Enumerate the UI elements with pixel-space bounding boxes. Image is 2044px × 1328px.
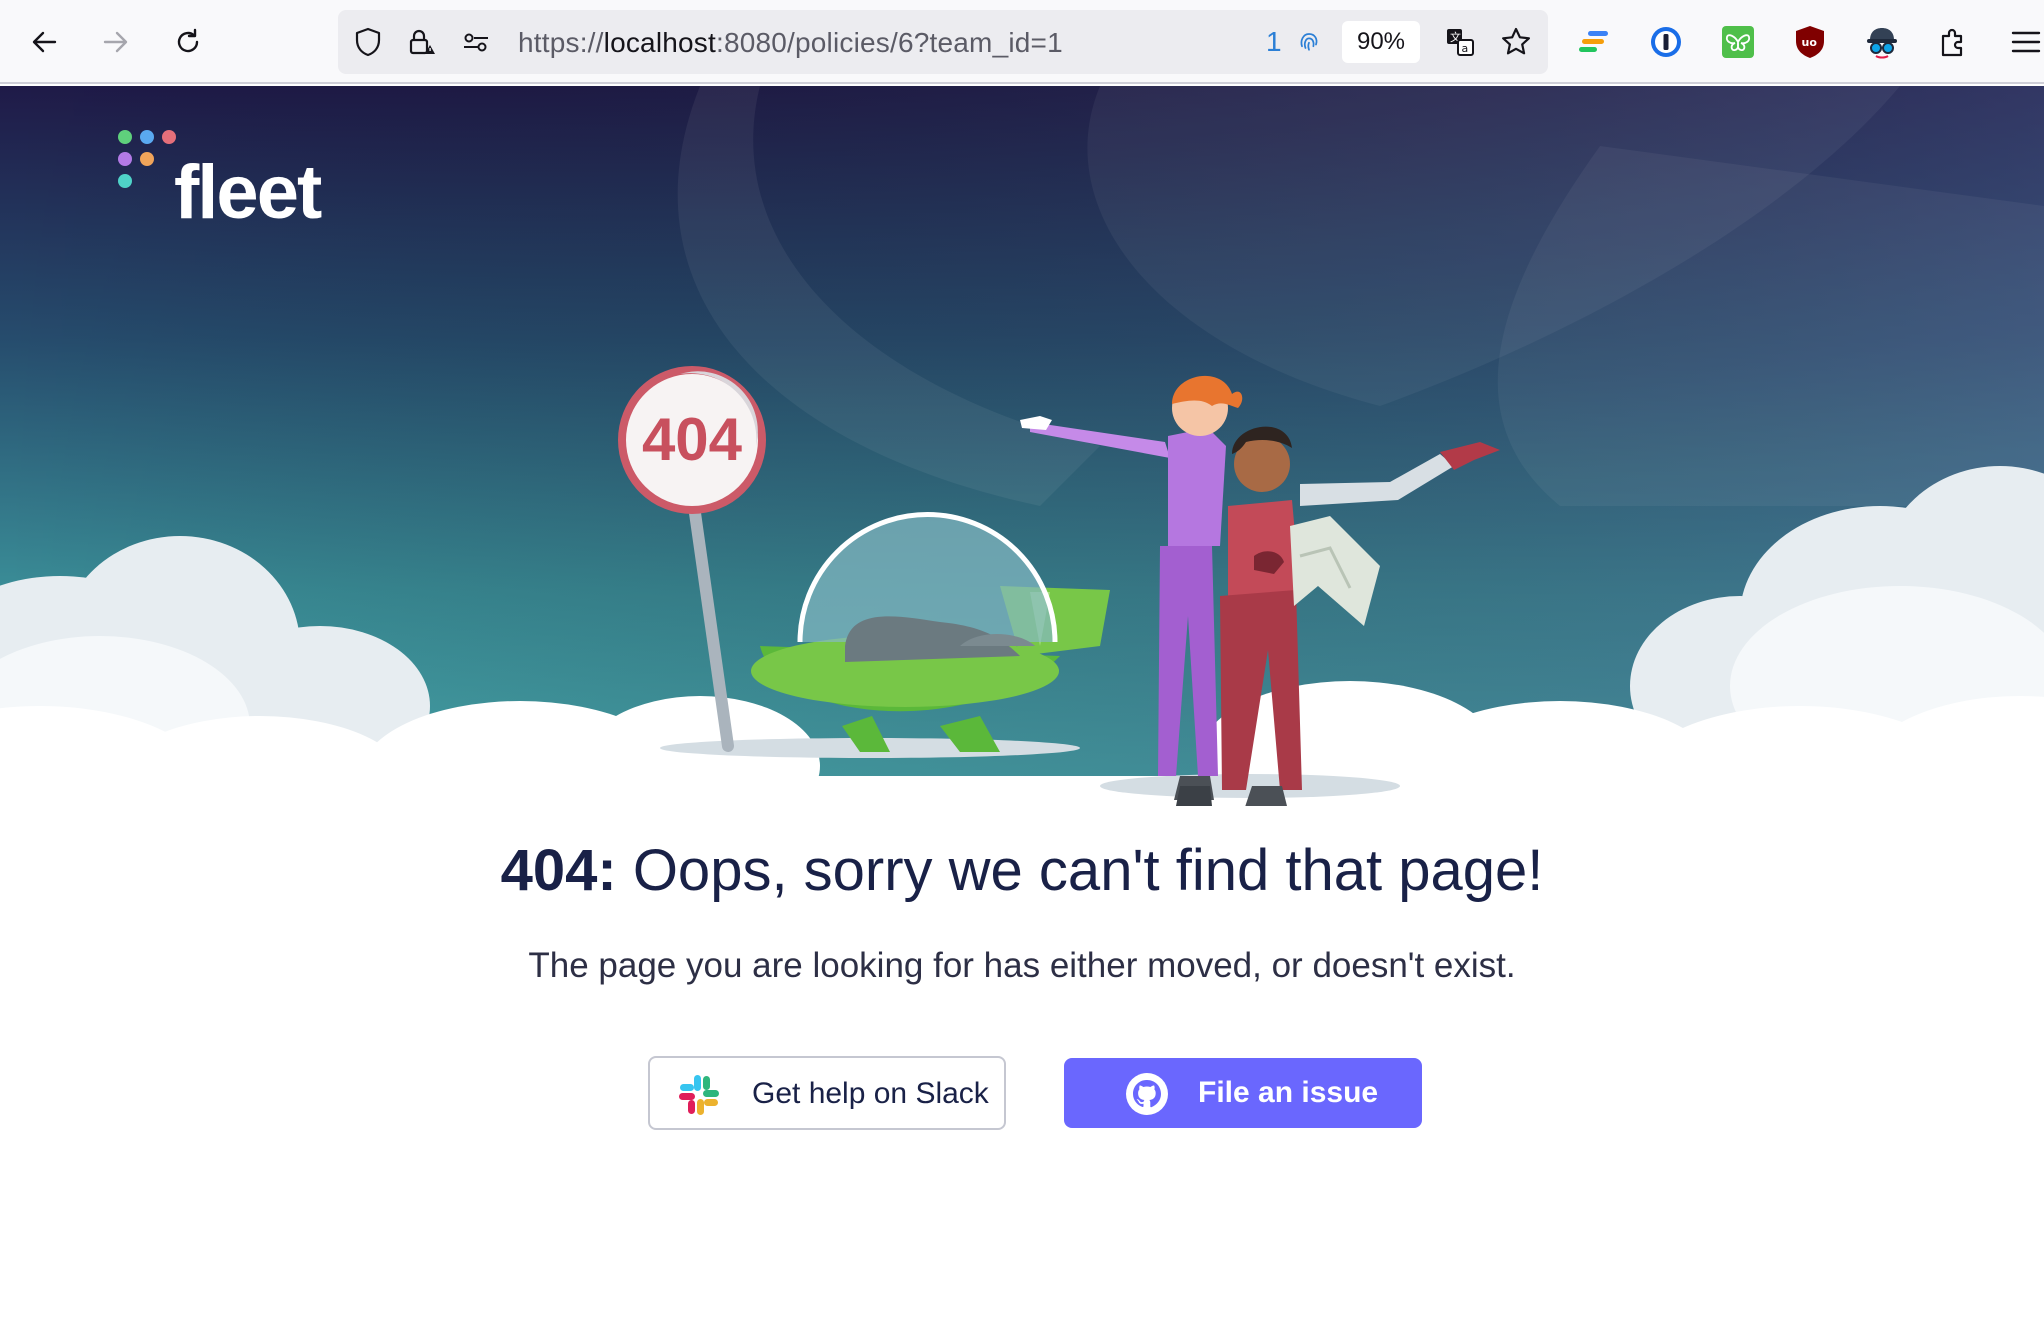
file-issue-button[interactable]: File an issue (1064, 1058, 1422, 1128)
slack-help-label: Get help on Slack (752, 1077, 989, 1110)
spy-extension-icon[interactable] (1860, 20, 1904, 64)
logo-dot (162, 130, 176, 144)
logo-dot (118, 174, 132, 188)
reload-icon[interactable] (166, 20, 210, 64)
error-headline: 404: Oops, sorry we can't find that page… (0, 836, 2044, 906)
onepassword-icon[interactable] (1644, 20, 1688, 64)
fingerprint-count[interactable]: 1 (1266, 26, 1323, 58)
svg-text:a: a (1462, 42, 1469, 55)
browser-toolbar: https://localhost:8080/policies/6?team_i… (0, 0, 2044, 84)
back-icon[interactable] (22, 20, 66, 64)
not-found-page: 404 fleet 404: Oops, sorry we can't find… (0, 86, 2044, 1328)
url-host: localhost (603, 27, 716, 58)
logo-dot (118, 130, 132, 144)
logo-dot (118, 152, 132, 166)
file-issue-label: File an issue (1198, 1076, 1379, 1109)
fleet-logo[interactable]: fleet (118, 130, 378, 260)
github-icon (1126, 1073, 1168, 1115)
slack-help-button[interactable]: Get help on Slack (648, 1056, 1006, 1130)
butterfly-extension-icon[interactable] (1716, 20, 1760, 64)
slack-icon (679, 1075, 719, 1115)
address-bar[interactable]: https://localhost:8080/policies/6?team_i… (338, 10, 1548, 74)
logo-wordmark: fleet (174, 150, 322, 235)
url-text[interactable]: https://localhost:8080/policies/6?team_i… (518, 27, 1063, 59)
error-message: Oops, sorry we can't find that page! (616, 838, 1544, 903)
fingerprint-count-value: 1 (1266, 26, 1282, 57)
url-path: :8080/policies/6?team_id=1 (715, 27, 1063, 58)
logo-dot (140, 130, 154, 144)
logo-dot (140, 152, 154, 166)
fingerprint-icon (1300, 33, 1318, 51)
error-description: The page you are looking for has either … (528, 946, 1516, 985)
extension-stack-icon[interactable] (1572, 20, 1616, 64)
lock-warning-icon[interactable] (404, 24, 440, 60)
extensions-icon[interactable] (1932, 20, 1976, 64)
ublock-icon[interactable]: uo (1788, 20, 1832, 64)
bookmark-star-icon[interactable] (1498, 24, 1534, 60)
error-code: 404: (500, 838, 617, 903)
permissions-icon[interactable] (458, 24, 494, 60)
svg-text:uo: uo (1802, 36, 1818, 49)
zoom-level[interactable]: 90% (1342, 21, 1420, 63)
menu-icon[interactable] (2004, 20, 2044, 64)
url-scheme: https:// (518, 27, 604, 58)
sign-text: 404 (642, 406, 743, 473)
shield-icon[interactable] (350, 24, 386, 60)
forward-icon[interactable] (94, 20, 138, 64)
translate-icon[interactable]: 文a (1442, 24, 1478, 60)
